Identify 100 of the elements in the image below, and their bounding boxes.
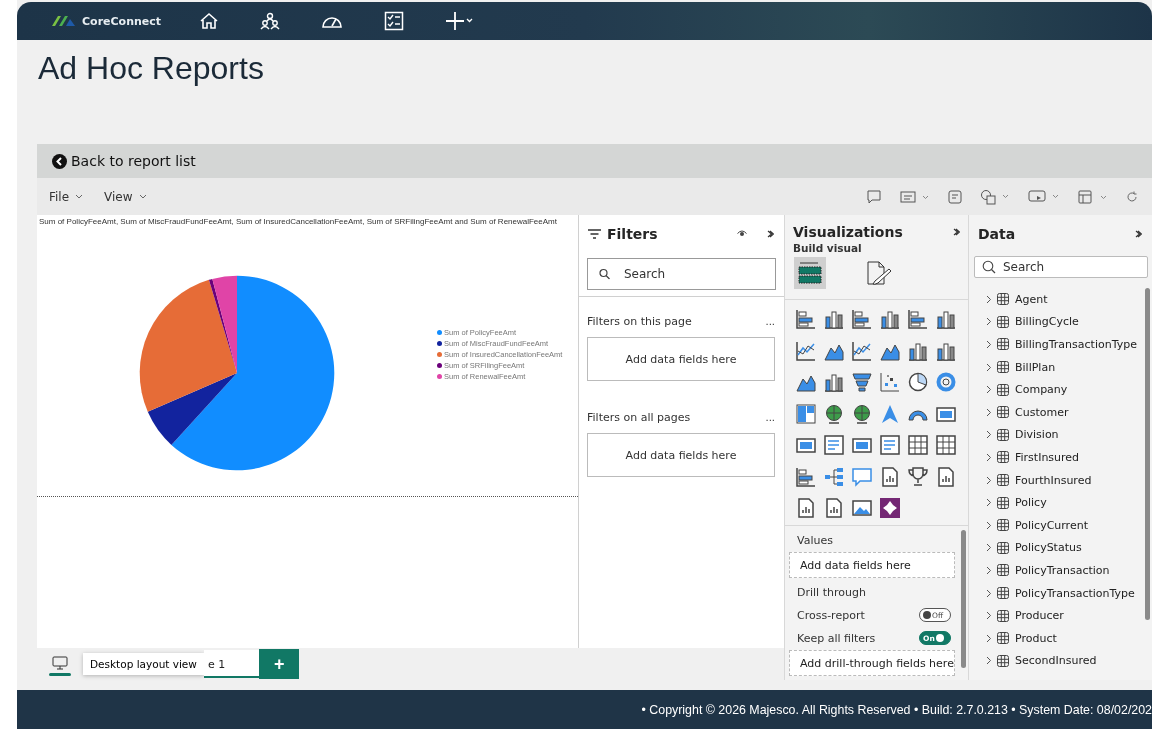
tooltip: Desktop layout view — [83, 653, 204, 675]
menu-button[interactable]: View — [104, 189, 147, 204]
bar-chart-icon[interactable] — [795, 465, 817, 488]
caret-icon — [75, 194, 84, 199]
checklist-icon[interactable] — [384, 11, 405, 31]
data-table-item[interactable]: BillingTransactionType — [986, 333, 1145, 356]
brand-name: CoreConnect — [82, 14, 162, 28]
more-button[interactable]: ... — [765, 315, 775, 327]
eye-icon[interactable] — [737, 230, 747, 237]
globe-icon[interactable] — [823, 402, 845, 425]
table-icon[interactable] — [907, 434, 929, 456]
logo-icon — [50, 14, 76, 28]
table-icon — [997, 293, 1009, 306]
data-table-item[interactable]: Company — [986, 378, 1145, 401]
note-icon[interactable] — [948, 189, 962, 204]
drop-zone[interactable]: Add data fields here — [587, 433, 775, 477]
more-button[interactable]: ... — [765, 411, 775, 423]
image-icon[interactable] — [851, 497, 873, 519]
refresh-icon[interactable] — [1126, 190, 1138, 203]
data-table-item[interactable]: FourthInsured — [986, 468, 1145, 492]
line-chart-icon[interactable] — [851, 339, 873, 362]
document-icon[interactable] — [935, 465, 957, 488]
table-icon — [997, 361, 1009, 374]
data-table-item[interactable]: PolicyTransactionType — [986, 581, 1145, 605]
caret-icon — [138, 194, 147, 199]
add-icon[interactable] — [445, 11, 474, 31]
hierarchy-icon[interactable] — [823, 465, 845, 488]
data-table-item[interactable]: FirstInsured — [986, 446, 1145, 469]
list-icon[interactable] — [823, 434, 845, 456]
data-table-item[interactable]: Division — [986, 423, 1145, 447]
monitor-icon[interactable] — [52, 656, 68, 670]
scatter-chart-icon[interactable] — [879, 371, 901, 393]
menu-button[interactable]: File — [49, 189, 84, 204]
data-table-item[interactable]: PolicyCurrent — [986, 513, 1145, 537]
data-table-item[interactable]: Producer — [986, 604, 1145, 627]
expand-icon[interactable] — [953, 227, 960, 236]
table-icon — [997, 474, 1009, 487]
expand-icon[interactable] — [1135, 229, 1142, 238]
column-chart-icon[interactable] — [935, 308, 957, 330]
table-icon — [997, 451, 1009, 464]
data-table-item[interactable]: Customer — [986, 400, 1145, 424]
data-table-item[interactable]: SecondInsured — [986, 649, 1145, 673]
bar-chart-icon[interactable] — [851, 308, 873, 330]
back-icon — [52, 153, 67, 169]
drop-zone[interactable]: Add data fields here — [789, 552, 955, 578]
search-icon — [982, 260, 996, 274]
treemap-icon[interactable] — [795, 402, 817, 425]
toggle-label: Keep all filters — [797, 631, 876, 645]
comment-icon[interactable] — [866, 189, 882, 204]
tile-icon[interactable] — [879, 497, 901, 519]
toggle-label: Cross-report — [797, 608, 865, 622]
bar-chart-icon[interactable] — [795, 308, 817, 330]
data-table-item[interactable]: Policy — [986, 491, 1145, 514]
add-page-button[interactable]: + — [259, 649, 300, 679]
data-table-item[interactable]: BillingCycle — [986, 310, 1145, 334]
speech-bubble-icon[interactable] — [851, 465, 873, 488]
line-chart-icon[interactable] — [795, 339, 817, 362]
data-table-item[interactable]: PolicyTransaction — [986, 559, 1145, 582]
people-icon[interactable] — [260, 12, 281, 30]
funnel-icon[interactable] — [851, 371, 873, 393]
build-visual-icon[interactable] — [794, 257, 826, 289]
monitor-icon[interactable] — [1028, 188, 1060, 205]
document-icon[interactable] — [795, 497, 817, 519]
page-title: Ad Hoc Reports — [38, 50, 265, 88]
search-field[interactable]: Search — [587, 258, 776, 290]
bar-chart-icon[interactable] — [907, 308, 929, 330]
pie-chart-icon[interactable] — [907, 371, 929, 393]
section-label: Drill through — [796, 585, 867, 601]
back-link[interactable]: Back to report list — [52, 153, 196, 169]
donut-chart-icon[interactable] — [935, 371, 957, 393]
table-icon — [997, 541, 1009, 554]
layout-icon[interactable] — [1078, 189, 1108, 204]
trophy-icon[interactable] — [907, 465, 929, 488]
expand-icon[interactable] — [767, 229, 774, 238]
drop-zone[interactable]: Add drill-through fields here — [789, 650, 955, 676]
drop-zone[interactable]: Add data fields here — [587, 337, 775, 381]
document-icon[interactable] — [823, 497, 845, 519]
home-icon[interactable] — [199, 12, 220, 30]
page-tab[interactable]: e 1 — [203, 650, 260, 678]
data-table-item[interactable]: Agent — [986, 288, 1145, 311]
data-table-item[interactable]: BillPlan — [986, 355, 1145, 379]
search-field[interactable]: Search — [974, 256, 1148, 278]
shapes-icon[interactable] — [980, 188, 1010, 205]
column-chart-icon[interactable] — [823, 308, 845, 330]
globe-icon[interactable] — [851, 402, 873, 425]
list-icon[interactable] — [879, 434, 901, 456]
pane-title: Visualizations — [793, 223, 903, 240]
scrollbar[interactable] — [1145, 288, 1150, 620]
format-brush-icon[interactable] — [864, 259, 892, 287]
column-chart-icon[interactable] — [823, 371, 845, 393]
section-label: Build visual — [792, 242, 863, 254]
scrollbar[interactable] — [961, 530, 966, 668]
section-label: Filters on this page — [587, 314, 692, 328]
column-chart-icon[interactable] — [879, 308, 901, 330]
document-icon[interactable] — [879, 465, 901, 488]
data-table-item[interactable]: Product — [986, 626, 1145, 650]
data-table-item[interactable]: PolicyStatus — [986, 536, 1145, 560]
table-icon — [997, 496, 1009, 509]
table-icon — [997, 587, 1009, 599]
table-icon[interactable] — [935, 434, 957, 456]
